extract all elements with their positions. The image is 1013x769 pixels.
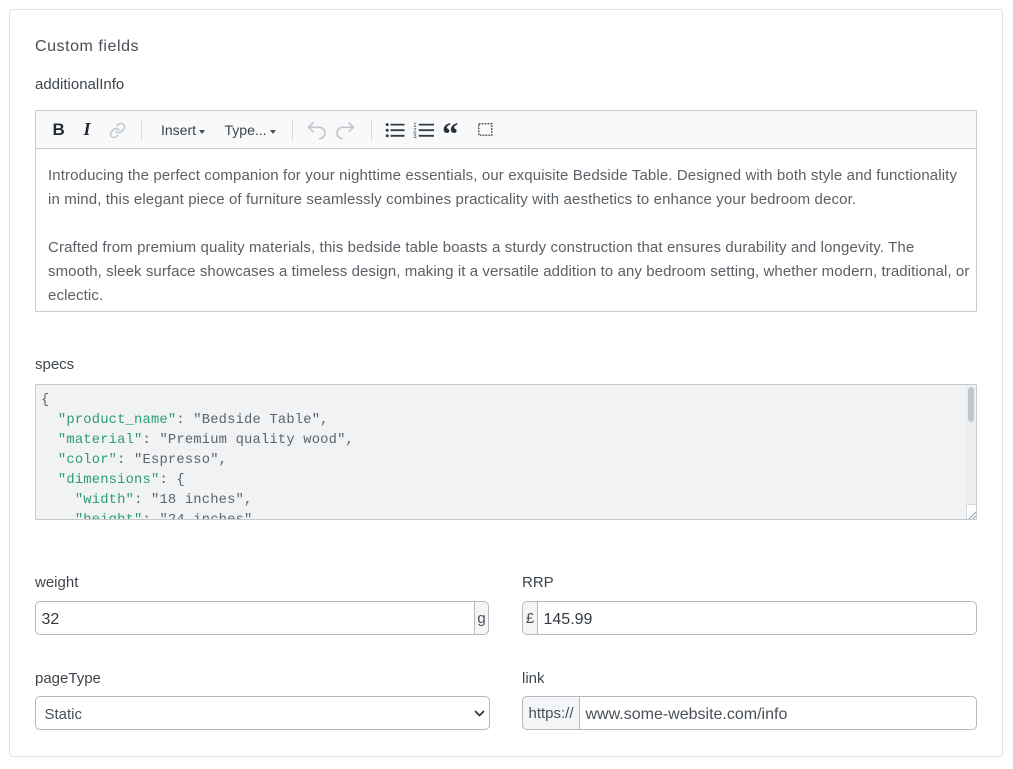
svg-text:3: 3	[413, 134, 417, 140]
